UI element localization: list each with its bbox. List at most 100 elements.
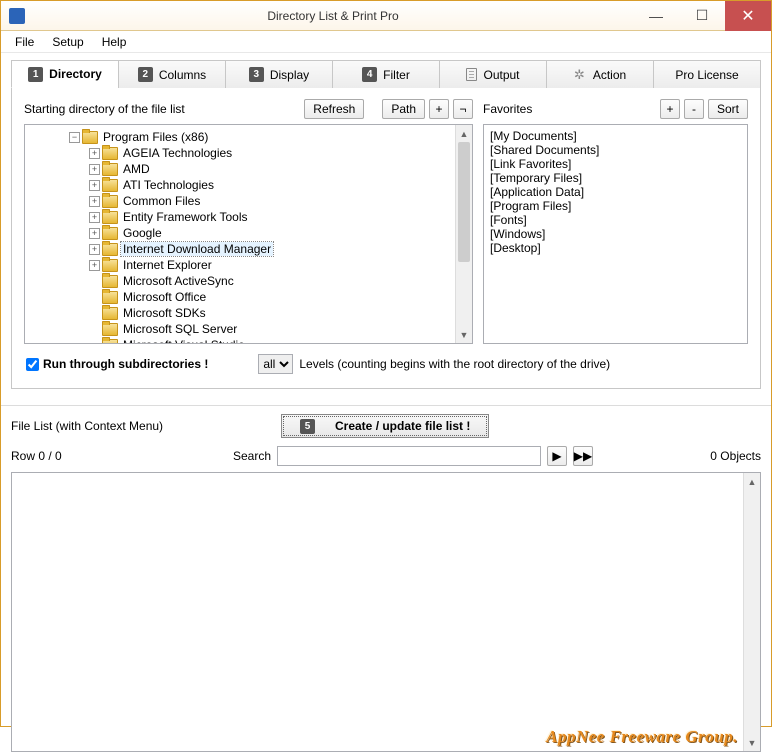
client-area: 1Directory 2Columns 3Display 4Filter Out… <box>1 53 771 399</box>
levels-select[interactable]: all <box>258 354 293 374</box>
folder-icon <box>102 259 118 272</box>
starting-directory-section: Starting directory of the file list Refr… <box>24 98 473 344</box>
not-button[interactable]: ¬ <box>453 99 473 119</box>
search-next-button[interactable]: ▶ <box>547 446 567 466</box>
starting-directory-label: Starting directory of the file list <box>24 102 304 116</box>
run-subdirs-input[interactable] <box>26 358 39 371</box>
tree-label: Internet Explorer <box>121 258 214 272</box>
file-list-box[interactable]: ▲ ▼ AppNee Freeware Group. <box>11 472 761 752</box>
run-subdirs-checkbox[interactable]: Run through subdirectories ! <box>26 357 208 371</box>
favorite-item[interactable]: [Temporary Files] <box>490 171 741 185</box>
tree-label: Google <box>121 226 164 240</box>
tab-directory[interactable]: 1Directory <box>11 60 119 88</box>
tab-filter[interactable]: 4Filter <box>332 60 440 88</box>
scroll-up-icon[interactable]: ▲ <box>456 125 472 142</box>
minimize-button[interactable]: — <box>633 1 679 31</box>
row-counter: Row 0 / 0 <box>11 449 211 463</box>
tree-label: Program Files (x86) <box>101 130 210 144</box>
folder-icon <box>102 275 118 288</box>
tab-pro-license[interactable]: Pro License <box>653 60 761 88</box>
scroll-up-icon[interactable]: ▲ <box>744 473 760 490</box>
tree-node[interactable]: +Entity Framework Tools <box>27 209 453 225</box>
favorite-item[interactable]: [Desktop] <box>490 241 741 255</box>
path-button[interactable]: Path <box>382 99 425 119</box>
tree-node[interactable]: +Internet Explorer <box>27 257 453 273</box>
folder-icon <box>102 211 118 224</box>
favorite-item[interactable]: [Link Favorites] <box>490 157 741 171</box>
scroll-down-icon[interactable]: ▼ <box>456 326 472 343</box>
tab-label: Display <box>270 68 309 82</box>
favorites-section: Favorites + - Sort [My Documents][Shared… <box>483 98 748 344</box>
tree-label: Common Files <box>121 194 202 208</box>
favorite-item[interactable]: [Application Data] <box>490 185 741 199</box>
tab-display[interactable]: 3Display <box>225 60 333 88</box>
favorites-remove-button[interactable]: - <box>684 99 704 119</box>
close-button[interactable]: ✕ <box>725 1 771 31</box>
tree-node[interactable]: +AMD <box>27 161 453 177</box>
filelist-scrollbar[interactable]: ▲ ▼ <box>743 473 760 751</box>
tree-label: Entity Framework Tools <box>121 210 249 224</box>
favorite-item[interactable]: [Windows] <box>490 227 741 241</box>
tree-node[interactable]: Microsoft Visual Studio <box>27 337 453 343</box>
favorite-item[interactable]: [Fonts] <box>490 213 741 227</box>
tree-node[interactable]: +Google <box>27 225 453 241</box>
tree-node-root[interactable]: −Program Files (x86) <box>27 129 453 145</box>
favorites-add-button[interactable]: + <box>660 99 680 119</box>
add-path-button[interactable]: + <box>429 99 449 119</box>
search-last-button[interactable]: ▶▶ <box>573 446 593 466</box>
refresh-button[interactable]: Refresh <box>304 99 364 119</box>
tab-action[interactable]: ✲Action <box>546 60 654 88</box>
tree-label: ATI Technologies <box>121 178 216 192</box>
tree-label: Microsoft SDKs <box>121 306 208 320</box>
watermark-text: AppNee Freeware Group. <box>546 727 738 747</box>
tab-label: Filter <box>383 68 410 82</box>
favorite-item[interactable]: [My Documents] <box>490 129 741 143</box>
tree-label: AMD <box>121 162 152 176</box>
tab-output[interactable]: Output <box>439 60 547 88</box>
tree-node[interactable]: +ATI Technologies <box>27 177 453 193</box>
tree-node[interactable]: +Common Files <box>27 193 453 209</box>
tab-bar: 1Directory 2Columns 3Display 4Filter Out… <box>11 59 761 88</box>
tree-node[interactable]: Microsoft ActiveSync <box>27 273 453 289</box>
window-title: Directory List & Print Pro <box>33 9 633 23</box>
favorites-sort-button[interactable]: Sort <box>708 99 748 119</box>
tab-label: Output <box>483 68 519 82</box>
tree-node[interactable]: +Internet Download Manager <box>27 241 453 257</box>
title-bar: Directory List & Print Pro — ☐ ✕ <box>1 1 771 31</box>
folder-icon <box>102 179 118 192</box>
maximize-button[interactable]: ☐ <box>679 1 725 31</box>
objects-count: 0 Objects <box>599 449 761 463</box>
tree-label: Microsoft Office <box>121 290 208 304</box>
tree-node[interactable]: +AGEIA Technologies <box>27 145 453 161</box>
favorite-item[interactable]: [Shared Documents] <box>490 143 741 157</box>
tab-columns[interactable]: 2Columns <box>118 60 226 88</box>
scroll-thumb[interactable] <box>458 142 470 262</box>
folder-icon <box>102 323 118 336</box>
tree-node[interactable]: Microsoft SQL Server <box>27 321 453 337</box>
favorite-item[interactable]: [Program Files] <box>490 199 741 213</box>
menu-file[interactable]: File <box>7 33 42 51</box>
tab-label: Directory <box>49 67 102 81</box>
tab-label: Action <box>593 68 626 82</box>
menu-help[interactable]: Help <box>94 33 135 51</box>
tree-node[interactable]: Microsoft Office <box>27 289 453 305</box>
folder-icon <box>102 307 118 320</box>
tree-scrollbar[interactable]: ▲ ▼ <box>455 125 472 343</box>
menu-bar: File Setup Help <box>1 31 771 53</box>
favorites-list[interactable]: [My Documents][Shared Documents][Link Fa… <box>483 124 748 344</box>
favorites-label: Favorites <box>483 102 660 116</box>
search-input[interactable] <box>277 446 541 466</box>
file-list-section: File List (with Context Menu) 5 Create /… <box>1 405 771 752</box>
tab-label: Columns <box>159 68 206 82</box>
tree-node[interactable]: Microsoft SDKs <box>27 305 453 321</box>
folder-icon <box>102 163 118 176</box>
folder-icon <box>102 339 118 344</box>
scroll-down-icon[interactable]: ▼ <box>744 734 760 751</box>
create-update-button[interactable]: 5 Create / update file list ! <box>281 414 489 438</box>
tab-label: Pro License <box>675 68 738 82</box>
window-buttons: — ☐ ✕ <box>633 1 771 31</box>
menu-setup[interactable]: Setup <box>44 33 91 51</box>
directory-tree[interactable]: −Program Files (x86)+AGEIA Technologies+… <box>24 124 473 344</box>
tree-label: Internet Download Manager <box>121 242 273 256</box>
document-icon <box>466 68 477 81</box>
